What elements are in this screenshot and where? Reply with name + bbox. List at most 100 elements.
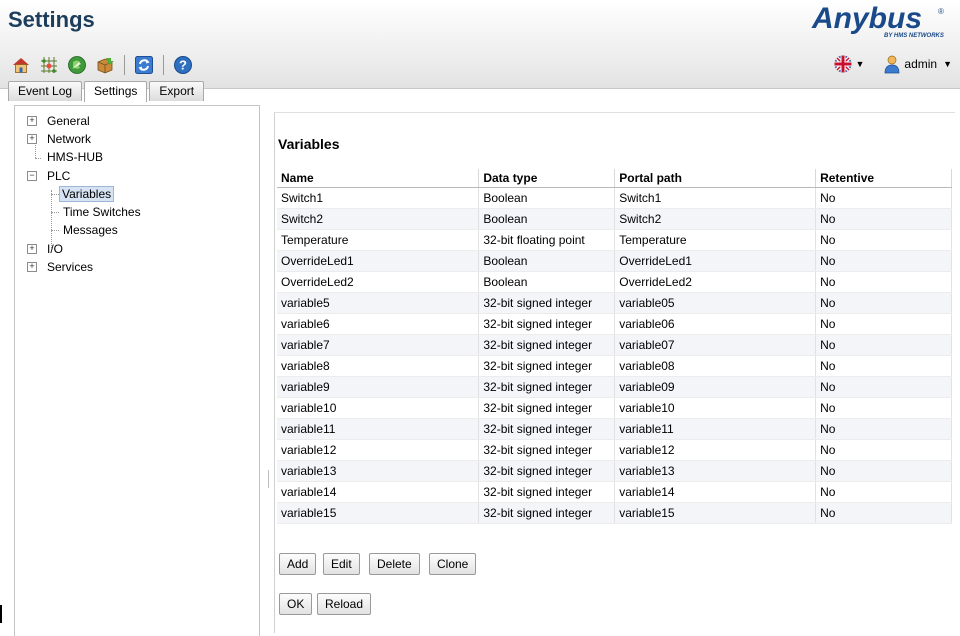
cell-retentive: No [815, 481, 952, 503]
cell-data-type: Boolean [478, 208, 616, 230]
table-row[interactable]: Temperature 32-bit floating point Temperat… [277, 229, 952, 251]
expand-icon[interactable]: + [27, 116, 37, 126]
delete-button[interactable]: Delete [369, 553, 420, 575]
cell-name: variable6 [277, 313, 480, 335]
cell-portal-path: variable08 [614, 355, 817, 377]
column-header-name[interactable]: Name [277, 169, 480, 188]
tab-settings[interactable]: Settings [84, 81, 148, 102]
cell-retentive: No [815, 397, 952, 419]
svg-text:®: ® [938, 7, 944, 16]
table-row[interactable]: OverrideLed1 Boolean OverrideLed1 No [277, 250, 952, 272]
table-row[interactable]: variable13 32-bit signed integer variable1… [277, 460, 952, 482]
cell-name: OverrideLed1 [277, 250, 480, 272]
help-icon[interactable]: ? [172, 54, 194, 76]
table-row[interactable]: variable14 32-bit signed integer variable1… [277, 481, 952, 503]
cell-name: Switch2 [277, 208, 480, 230]
expand-icon[interactable]: + [27, 244, 37, 254]
tab-event-log[interactable]: Event Log [8, 81, 83, 101]
ok-button[interactable]: OK [279, 593, 313, 615]
toolbar-separator [124, 55, 125, 75]
network-grid-icon[interactable] [38, 54, 60, 76]
cell-name: variable14 [277, 481, 480, 503]
cell-portal-path: OverrideLed2 [614, 271, 817, 293]
tree-connector [35, 158, 41, 159]
package-icon[interactable] [94, 54, 116, 76]
cell-data-type: Boolean [478, 250, 616, 272]
cell-retentive: No [815, 208, 952, 230]
table-row[interactable]: OverrideLed2 Boolean OverrideLed2 No [277, 271, 952, 293]
cell-retentive: No [815, 292, 952, 314]
user-tools: ▼ admin ▼ [833, 54, 952, 74]
table-row[interactable]: variable11 32-bit signed integer variable1… [277, 418, 952, 440]
panel-splitter[interactable] [268, 470, 271, 488]
cell-retentive: No [815, 271, 952, 293]
cell-data-type: 32-bit signed integer [478, 397, 616, 419]
table-row[interactable]: Switch2 Boolean Switch2 No [277, 208, 952, 230]
language-selector[interactable]: ▼ [833, 54, 864, 74]
edit-button[interactable]: Edit [323, 553, 360, 575]
table-row[interactable]: variable9 32-bit signed integer variable09… [277, 376, 952, 398]
cell-retentive: No [815, 439, 952, 461]
cell-portal-path: variable15 [614, 502, 817, 524]
table-row[interactable]: variable10 32-bit signed integer variable1… [277, 397, 952, 419]
tree-item-messages[interactable]: Messages [63, 221, 118, 239]
table-row[interactable]: variable7 32-bit signed integer variable07… [277, 334, 952, 356]
cell-data-type: 32-bit signed integer [478, 481, 616, 503]
table-row[interactable]: variable12 32-bit signed integer variable1… [277, 439, 952, 461]
cell-data-type: 32-bit signed integer [478, 418, 616, 440]
tree-connector [51, 230, 59, 231]
cell-name: Temperature [277, 229, 480, 251]
table-row[interactable]: variable6 32-bit signed integer variable06… [277, 313, 952, 335]
globe-icon[interactable] [66, 54, 88, 76]
column-header-data-type[interactable]: Data type [478, 169, 616, 188]
cell-portal-path: variable12 [614, 439, 817, 461]
refresh-icon[interactable] [133, 54, 155, 76]
column-header-portal-path[interactable]: Portal path [614, 169, 817, 188]
reload-button[interactable]: Reload [317, 593, 372, 615]
chevron-down-icon: ▼ [855, 59, 865, 69]
user-menu[interactable]: admin ▼ [884, 54, 952, 74]
clone-button[interactable]: Clone [429, 553, 477, 575]
cell-portal-path: Temperature [614, 229, 817, 251]
table-row[interactable]: Switch1 Boolean Switch1 No [277, 187, 952, 209]
table-row[interactable]: variable8 32-bit signed integer variable08… [277, 355, 952, 377]
cell-retentive: No [815, 313, 952, 335]
cell-data-type: 32-bit signed integer [478, 355, 616, 377]
table-row[interactable]: variable5 32-bit signed integer variable05… [277, 292, 952, 314]
anybus-logo: Anybus ® BY HMS NETWORKS [810, 2, 950, 45]
cell-name: variable13 [277, 460, 480, 482]
cell-portal-path: variable09 [614, 376, 817, 398]
add-button[interactable]: Add [279, 553, 317, 575]
tree-item-time-switches[interactable]: Time Switches [63, 203, 141, 221]
tree-item-label: I/O [47, 242, 64, 256]
cell-retentive: No [815, 418, 952, 440]
cell-data-type: Boolean [478, 187, 616, 209]
home-icon[interactable] [10, 54, 32, 76]
cell-retentive: No [815, 229, 952, 251]
logo-wordmark: Anybus [811, 2, 922, 35]
cell-portal-path: variable05 [614, 292, 817, 314]
tree-item-label: Services [47, 260, 94, 274]
variables-panel: Variables Name Data type Portal path Ret… [274, 112, 955, 633]
column-header-retentive[interactable]: Retentive [815, 169, 952, 188]
tree-item-variables[interactable]: Variables [59, 185, 115, 203]
cell-data-type: 32-bit signed integer [478, 502, 616, 524]
cell-retentive: No [815, 376, 952, 398]
tree-item-label: General [47, 114, 90, 128]
cell-name: variable9 [277, 376, 480, 398]
cell-portal-path: variable14 [614, 481, 817, 503]
table-row[interactable]: variable15 32-bit signed integer variable1… [277, 502, 952, 524]
cell-name: variable10 [277, 397, 480, 419]
page-title: Settings [8, 7, 95, 32]
expand-icon[interactable]: + [27, 262, 37, 272]
cell-data-type: 32-bit floating point [478, 229, 616, 251]
settings-tree-panel: + General + Network HMS-HUB − PLC Variab… [14, 105, 260, 636]
cell-name: variable5 [277, 292, 480, 314]
cell-data-type: 32-bit signed integer [478, 376, 616, 398]
cell-portal-path: variable10 [614, 397, 817, 419]
expand-icon[interactable]: + [27, 134, 37, 144]
tree-item-label: Messages [63, 223, 118, 237]
tab-export[interactable]: Export [149, 81, 205, 101]
collapse-icon[interactable]: − [27, 171, 37, 181]
toolbar-separator [163, 55, 164, 75]
